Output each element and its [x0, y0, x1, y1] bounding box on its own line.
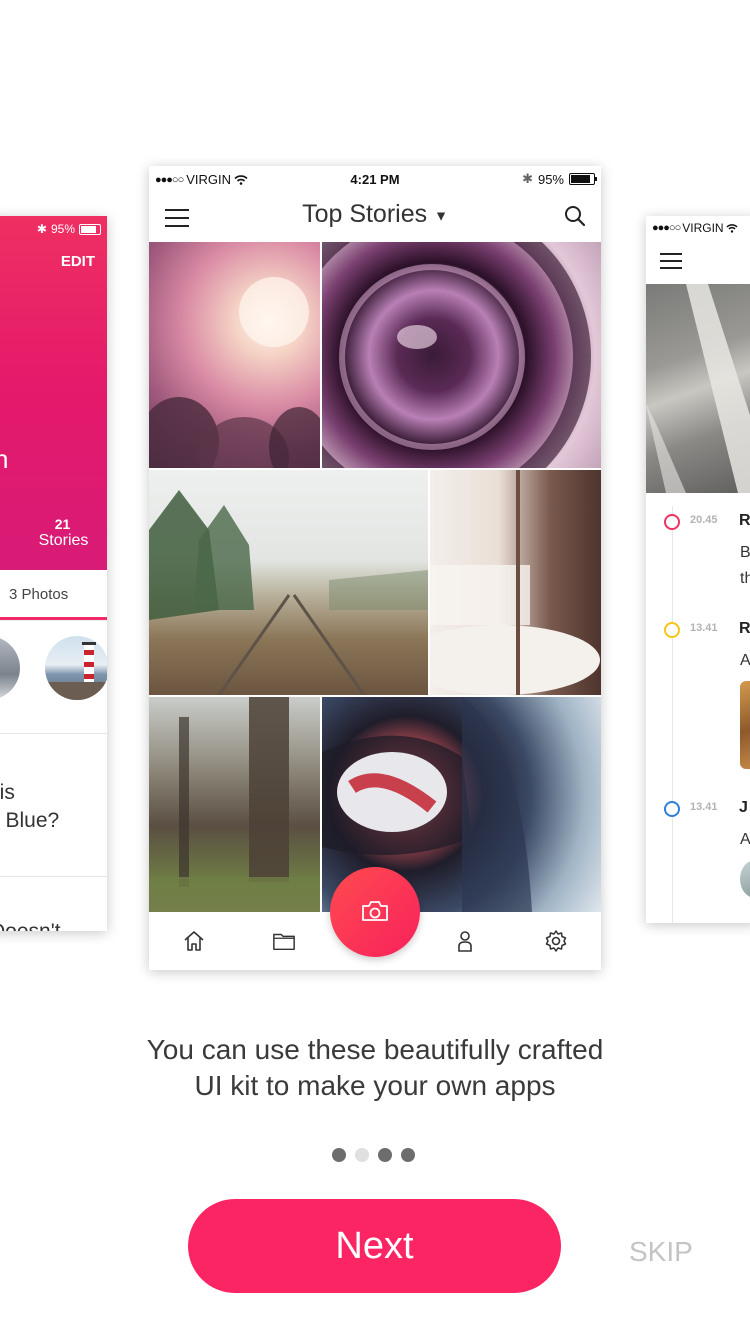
profile-header: ✱ 95% EDIT n 21 Stories	[0, 216, 107, 570]
bedroom-photo[interactable]	[430, 470, 601, 695]
menu-icon[interactable]	[660, 253, 682, 269]
timeline-time: 20.45	[690, 514, 718, 526]
photo-grid	[149, 242, 601, 912]
lighthouse-photo-thumbnail[interactable]	[45, 636, 107, 700]
story-title-cut: Doesn't	[0, 920, 61, 931]
profile-preview-card: ✱ 95% EDIT n 21 Stories 3 Photos his o B…	[0, 216, 107, 931]
camera-lens-photo[interactable]	[322, 242, 601, 468]
avatar[interactable]	[740, 860, 750, 898]
divider	[0, 733, 107, 734]
forest-photo[interactable]	[149, 697, 320, 912]
status-bar: ●●●○○ VIRGIN 4:21 PM ✱ 95%	[149, 166, 601, 192]
status-bar: ●●●○○ VIRGIN	[652, 221, 738, 235]
timeline-dot-icon	[664, 801, 680, 817]
battery-icon	[79, 223, 101, 235]
story-title-line1: his	[0, 781, 15, 804]
timeline-time: 13.41	[690, 801, 718, 813]
railway-photo[interactable]	[149, 470, 428, 695]
skip-button[interactable]: SKIP	[629, 1236, 693, 1268]
page-dot[interactable]	[332, 1148, 346, 1162]
page-title: Top Stories	[302, 200, 428, 228]
page-title-dropdown[interactable]: Top Stories ▼	[149, 200, 601, 229]
wifi-icon	[726, 223, 738, 233]
folder-icon[interactable]	[272, 929, 296, 953]
page-indicator	[332, 1148, 415, 1162]
camera-button[interactable]	[330, 867, 420, 957]
signal-icon: ●●●○○	[652, 222, 681, 234]
timeline-author: R	[739, 620, 750, 637]
stories-count-label: Stories	[38, 532, 89, 549]
battery-percent: 95%	[537, 171, 564, 187]
top-stories-preview-card: ●●●○○ VIRGIN 4:21 PM ✱ 95% Top Stories ▼	[149, 166, 601, 970]
caption-line: You can use these beautifully crafted	[146, 1034, 604, 1065]
story-title[interactable]: his o Blue?	[0, 779, 59, 835]
onboarding-caption: You can use these beautifully crafted UI…	[0, 1032, 750, 1104]
page-dot[interactable]	[378, 1148, 392, 1162]
concert-photo[interactable]	[149, 242, 320, 468]
story-title-line2: o Blue?	[0, 809, 60, 832]
bluetooth-icon: ✱	[36, 222, 47, 236]
timeline-author: J	[739, 799, 748, 816]
bluetooth-icon: ✱	[522, 171, 533, 186]
carrier-name: VIRGIN	[682, 221, 724, 235]
next-button[interactable]: Next	[188, 1199, 561, 1293]
caption-line: UI kit to make your own apps	[194, 1070, 556, 1101]
timeline-dot-icon	[664, 514, 680, 530]
timeline-dot-icon	[664, 622, 680, 638]
timeline-text: A	[740, 831, 750, 848]
photo-thumbnail[interactable]	[0, 636, 20, 700]
caret-down-icon: ▼	[434, 207, 448, 224]
profile-icon[interactable]	[453, 929, 477, 953]
navigation-bar: Top Stories ▼	[149, 192, 601, 242]
search-icon[interactable]	[563, 204, 587, 228]
edit-button[interactable]: EDIT	[61, 253, 95, 270]
battery-percent: 95%	[50, 222, 75, 236]
tab-photos[interactable]: 3 Photos	[0, 570, 107, 621]
status-bar: ✱ 95%	[37, 222, 101, 236]
divider	[0, 876, 107, 877]
stories-count: 21 Stories	[0, 516, 107, 550]
timeline-line	[672, 506, 673, 923]
timeline-text: A	[740, 652, 750, 669]
timeline-photo[interactable]	[740, 681, 750, 769]
timeline-time: 13.41	[690, 622, 718, 634]
home-icon[interactable]	[182, 929, 206, 953]
stories-count-value: 21	[54, 516, 71, 532]
timeline-text: B	[740, 544, 750, 561]
timeline-author: R	[739, 512, 750, 529]
timeline-text: th	[740, 570, 750, 587]
profile-name: n	[0, 444, 9, 474]
battery-icon	[569, 173, 597, 185]
page-dot[interactable]	[355, 1148, 369, 1162]
tab-active-indicator	[0, 617, 107, 620]
settings-icon[interactable]	[544, 929, 568, 953]
timeline-preview-card: ●●●○○ VIRGIN 20.45 R B th 13.41 R A 13.4…	[646, 216, 750, 923]
page-dot[interactable]	[401, 1148, 415, 1162]
tab-photos-label: 3 Photos	[9, 586, 69, 603]
camera-icon	[362, 901, 388, 921]
cover-photo	[646, 284, 750, 493]
